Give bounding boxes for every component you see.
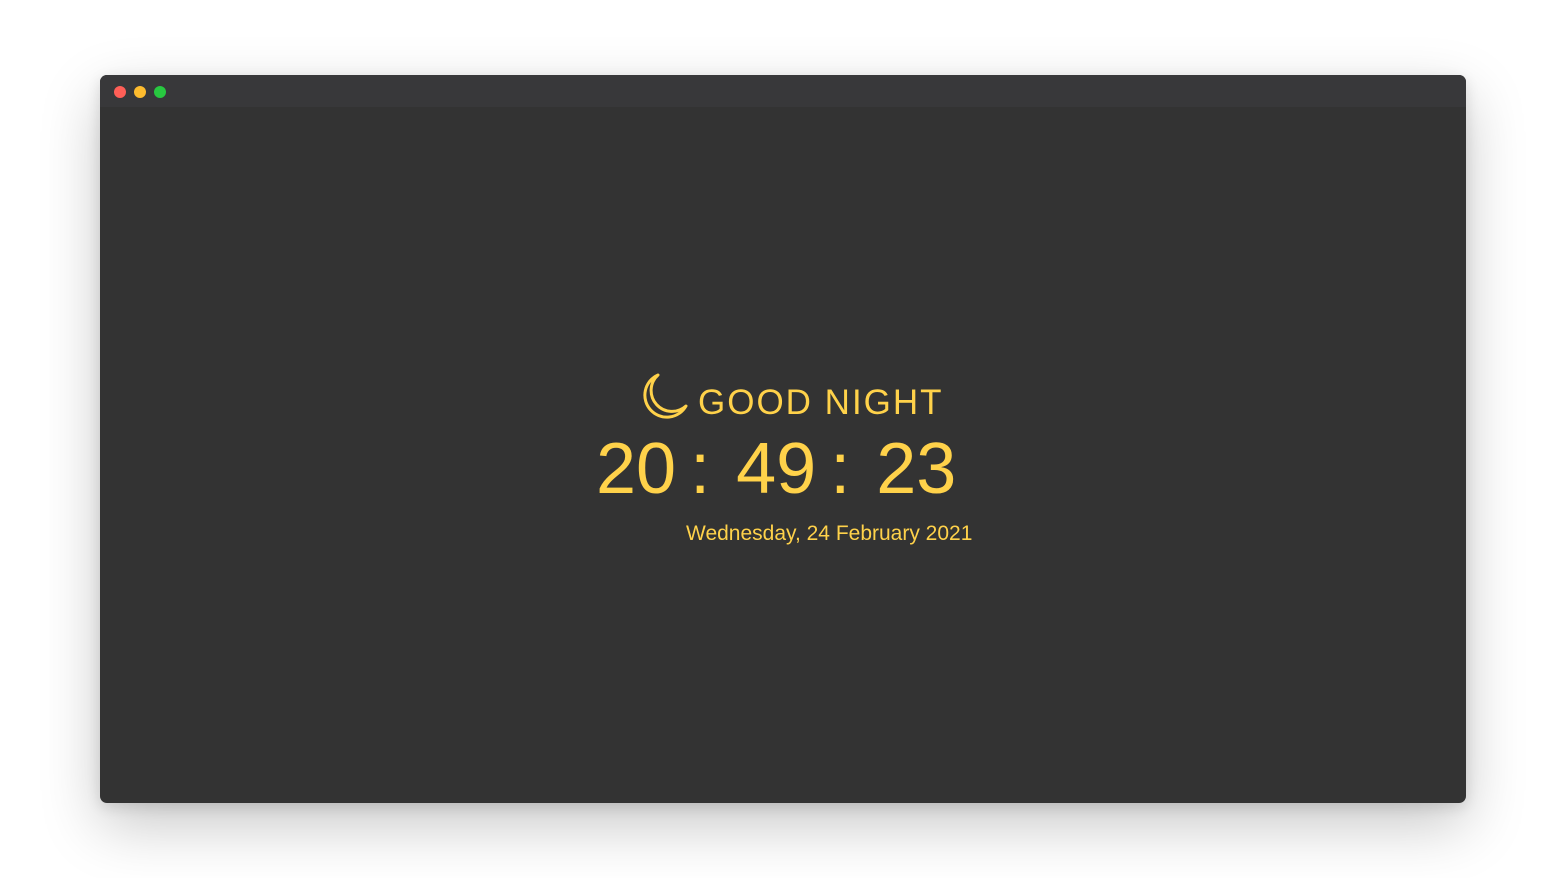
moon-icon	[643, 373, 688, 419]
date-label: Wednesday, 24 February 2021	[686, 522, 973, 545]
close-window-button[interactable]	[114, 86, 126, 98]
clock-separator: :	[830, 429, 851, 509]
clock-view: GOOD NIGHT 20 : 49 : 23 Wednesday, 24 Fe…	[100, 107, 1466, 803]
clock-hours: 20	[596, 429, 677, 509]
app-window: GOOD NIGHT 20 : 49 : 23 Wednesday, 24 Fe…	[100, 75, 1466, 803]
greeting: GOOD NIGHT	[636, 363, 944, 423]
clock-separator: :	[690, 429, 711, 509]
clock-time: 20 : 49 : 23	[596, 429, 956, 509]
minimize-window-button[interactable]	[134, 86, 146, 98]
window-titlebar[interactable]	[100, 75, 1466, 107]
clock-seconds: 23	[876, 429, 957, 509]
greeting-text: GOOD NIGHT	[698, 383, 944, 422]
maximize-window-button[interactable]	[154, 86, 166, 98]
clock-minutes: 49	[736, 429, 817, 509]
